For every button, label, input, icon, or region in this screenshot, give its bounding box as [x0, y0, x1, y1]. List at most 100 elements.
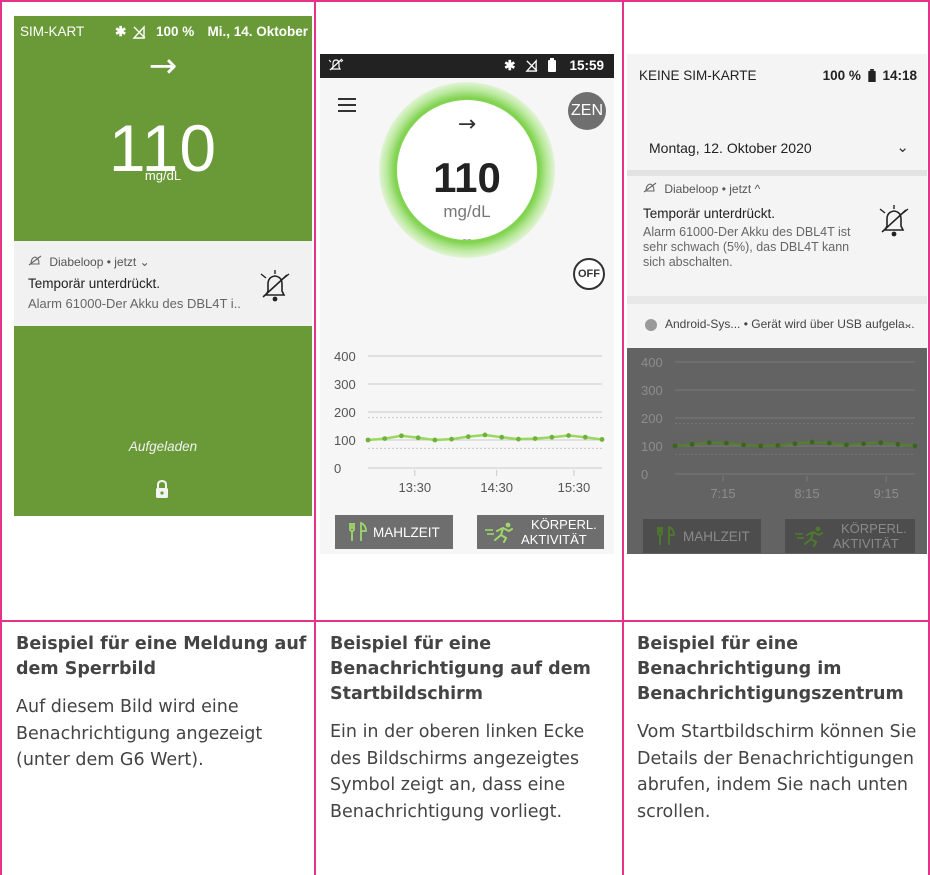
y-tick-label: 200 — [641, 411, 663, 426]
glucose-unit: mg/dL — [144, 168, 182, 183]
y-tick-label: 200 — [334, 405, 356, 420]
notification-indicator-icon — [328, 57, 344, 76]
shade-date: Montag, 12. Oktober 2020 — [649, 140, 812, 156]
caption-text: Ein in der oberen linken Ecke des Bildsc… — [330, 722, 585, 822]
data-point — [382, 436, 388, 441]
data-point — [895, 441, 901, 447]
meal-button[interactable]: MAHLZEIT — [335, 515, 453, 549]
status-bar: ✱ 15:59 — [320, 54, 614, 78]
data-point — [365, 437, 371, 443]
lockscreen-notification[interactable]: Diabeloop • jetzt ⌄ Temporär unterdrückt… — [14, 241, 312, 326]
activity-button[interactable]: KÖRPERL. AKTIVITÄT — [785, 519, 915, 553]
data-point — [809, 439, 815, 445]
activity-label-2: AKTIVITÄT — [833, 536, 899, 551]
data-point — [449, 436, 454, 442]
data-point — [499, 434, 505, 440]
meal-label: MAHLZEIT — [683, 529, 750, 544]
notification-title: Temporär unterdrückt. — [643, 206, 776, 221]
lockscreen: SIM-KART ✱ 100 % Mi., 14. Oktober → 110 … — [14, 16, 312, 516]
y-tick-label: 300 — [641, 383, 663, 398]
muted-bell-small-icon — [28, 255, 49, 269]
notification-shade: KEINE SIM-KARTE 100 % 14:18 Montag, 12. … — [627, 54, 927, 302]
data-point — [532, 436, 538, 441]
notification-app-header: Diabeloop • jetzt ⌄ — [28, 255, 150, 269]
table-border-1 — [314, 0, 316, 875]
table-border-left — [0, 0, 2, 875]
muted-bell-icon — [258, 269, 292, 307]
x-tick-label: 14:30 — [480, 480, 513, 495]
notification-body: Alarm 61000-Der Akku des DBL4T ist sehr … — [643, 225, 851, 269]
data-point — [482, 432, 488, 438]
action-buttons: MAHLZEIT KÖRPERL. AKTIVITÄT — [643, 519, 915, 553]
glucose-value: 110 — [433, 154, 501, 201]
data-point — [878, 440, 884, 446]
caption-notification-center: Beispiel für eine Benachrichtigung im Be… — [637, 632, 923, 825]
notification-title: Temporär unterdrückt. — [28, 276, 161, 291]
data-point — [432, 437, 438, 443]
data-point — [465, 434, 471, 440]
data-point — [415, 435, 421, 441]
status-carrier: KEINE SIM-KARTE — [639, 68, 757, 83]
muted-bell-icon — [877, 204, 911, 242]
home-screen: ✱ 15:59 ZEN → 110 mg/dL -- OFF 400 300 200… — [320, 54, 614, 554]
no-sim-icon — [132, 25, 146, 42]
x-tick-label: 8:15 — [794, 486, 819, 501]
caption-title: Beispiel für eine Meldung auf dem Sperrb… — [16, 634, 307, 679]
activity-button[interactable]: KÖRPERL. AKTIVITÄT — [477, 515, 604, 549]
no-sim-icon — [525, 59, 538, 72]
notification-app-header[interactable]: Diabeloop • jetzt ^ — [643, 182, 760, 196]
status-battery: 100 % — [156, 24, 195, 39]
data-point — [582, 434, 588, 440]
notification-center: KEINE SIM-KARTE 100 % 14:18 Montag, 12. … — [627, 54, 927, 554]
x-tick-label: 13:30 — [399, 480, 432, 495]
data-point — [689, 441, 695, 447]
system-notification[interactable]: Android-Sys... • Gerät wird über USB auf… — [627, 304, 927, 348]
y-tick-label: 100 — [641, 439, 663, 454]
lock-icon[interactable] — [153, 479, 171, 503]
data-point — [516, 436, 521, 442]
y-tick-label: 0 — [334, 461, 341, 476]
muted-bell-small-icon — [643, 182, 664, 196]
meal-label: MAHLZEIT — [373, 525, 440, 540]
android-system-icon — [645, 319, 657, 331]
status-bar: KEINE SIM-KARTE 100 % 14:18 — [639, 68, 917, 83]
fork-knife-icon — [347, 521, 369, 545]
expand-chevron-icon[interactable]: ⌄ — [896, 138, 909, 156]
x-tick-label: 9:15 — [874, 486, 899, 501]
y-tick-label: 100 — [334, 433, 356, 448]
status-carrier: SIM-KART — [20, 24, 85, 39]
data-point — [549, 434, 555, 440]
y-tick-label: 0 — [641, 467, 648, 482]
battery-icon — [548, 58, 556, 72]
system-notification-text: Android-Sys... • Gerät wird über USB auf… — [665, 317, 915, 331]
table-top-border — [0, 0, 930, 2]
status-time: 15:59 — [569, 58, 604, 73]
table-row-divider — [0, 620, 930, 622]
caption-title: Beispiel für eine Benachrichtigung auf d… — [330, 634, 591, 704]
charging-status: Aufgeladen — [128, 439, 198, 454]
fork-knife-icon — [655, 525, 677, 549]
data-point — [672, 443, 678, 449]
table-border-2 — [622, 0, 624, 875]
battery-icon — [867, 69, 876, 82]
caption-text: Auf diesem Bild wird eine Benachrichtigu… — [16, 697, 263, 770]
glucose-unit: mg/dL — [443, 202, 491, 221]
off-button[interactable]: OFF — [573, 258, 605, 290]
x-tick-label: 15:30 — [558, 480, 591, 495]
caption-title: Beispiel für eine Benachrichtigung im Be… — [637, 634, 904, 704]
activity-label-2: AKTIVITÄT — [521, 532, 587, 547]
data-point — [741, 442, 746, 448]
data-point — [758, 443, 764, 449]
data-point — [706, 440, 712, 446]
caption-homescreen: Beispiel für eine Benachrichtigung auf d… — [330, 632, 616, 825]
notification-app-name: Diabeloop • jetzt ⌄ — [49, 255, 150, 269]
meal-button[interactable]: MAHLZEIT — [643, 519, 761, 553]
bluetooth-icon: ✱ — [115, 24, 127, 39]
running-icon — [793, 525, 827, 550]
notification-app-name: Diabeloop • jetzt ^ — [664, 182, 761, 196]
activity-label-1: KÖRPERL. — [841, 521, 907, 536]
caption-text: Vom Startbildschirm können Sie Details d… — [637, 722, 917, 822]
caption-lockscreen: Beispiel für eine Meldung auf dem Sperrb… — [16, 632, 314, 774]
y-tick-label: 400 — [334, 349, 356, 364]
chevron-down-icon[interactable]: ⌄ — [903, 316, 913, 330]
